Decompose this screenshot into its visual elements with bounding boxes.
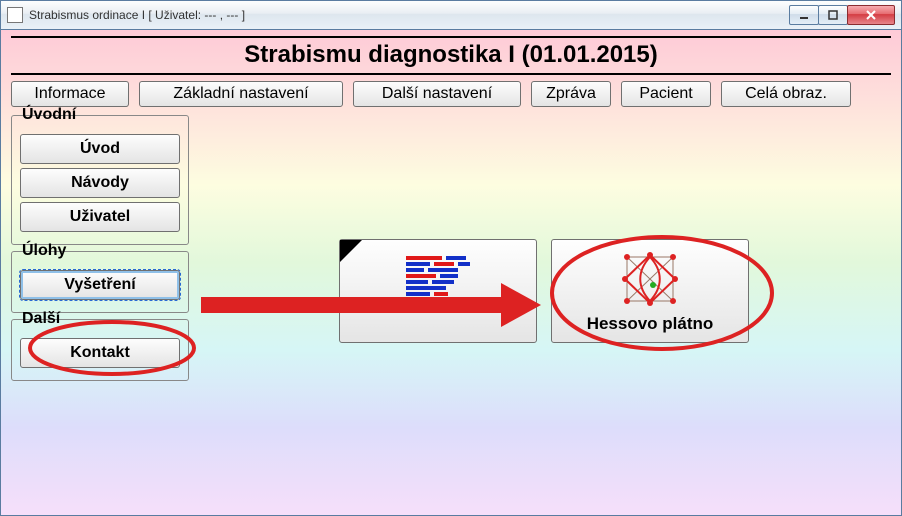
informace-button[interactable]: Informace [11, 81, 129, 107]
divider [11, 73, 891, 75]
vysetreni-button[interactable]: Vyšetření [20, 270, 180, 300]
minimize-button[interactable] [789, 5, 819, 25]
titlebar: Strabismus ordinace I [ Uživatel: --- , … [0, 0, 902, 30]
pacient-button[interactable]: Pacient [621, 81, 711, 107]
hessovo-platno-button[interactable]: Hessovo plátno [551, 239, 749, 343]
corner-decor [340, 240, 362, 262]
page-title: Strabismu diagnostika I (01.01.2015) [11, 39, 891, 73]
close-button[interactable] [847, 5, 895, 25]
group-dalsi: Další Kontakt [11, 319, 189, 381]
group-legend: Další [18, 310, 64, 328]
sidebar: Úvodní Úvod Návody Uživatel Úlohy Vyšetř… [11, 115, 189, 475]
window-title: Strabismus ordinace I [ Uživatel: --- , … [29, 8, 790, 22]
zprava-button[interactable]: Zpráva [531, 81, 611, 107]
group-legend: Úvodní [18, 106, 80, 124]
app-icon [7, 7, 23, 23]
navody-button[interactable]: Návody [20, 168, 180, 198]
group-uvodni: Úvodní Úvod Návody Uživatel [11, 115, 189, 245]
maximize-button[interactable] [818, 5, 848, 25]
stripes-icon [344, 246, 532, 312]
divider [11, 36, 891, 38]
hess-icon [556, 246, 744, 312]
toolbar: Informace Základní nastavení Další nasta… [11, 81, 891, 107]
uvod-button[interactable]: Úvod [20, 134, 180, 164]
group-legend: Úlohy [18, 242, 70, 260]
client-area: Strabismu diagnostika I (01.01.2015) Inf… [0, 30, 902, 516]
main-panel: Hessovo plátno [189, 115, 891, 475]
card-label: Hessovo plátno [587, 314, 714, 334]
card-button-1[interactable] [339, 239, 537, 343]
kontakt-button[interactable]: Kontakt [20, 338, 180, 368]
dalsi-nastaveni-button[interactable]: Další nastavení [353, 81, 521, 107]
zakladni-nastaveni-button[interactable]: Základní nastavení [139, 81, 343, 107]
uzivatel-button[interactable]: Uživatel [20, 202, 180, 232]
window-buttons [790, 5, 895, 25]
card-row: Hessovo plátno [339, 239, 749, 343]
group-ulohy: Úlohy Vyšetření [11, 251, 189, 313]
cela-obraz-button[interactable]: Celá obraz. [721, 81, 851, 107]
